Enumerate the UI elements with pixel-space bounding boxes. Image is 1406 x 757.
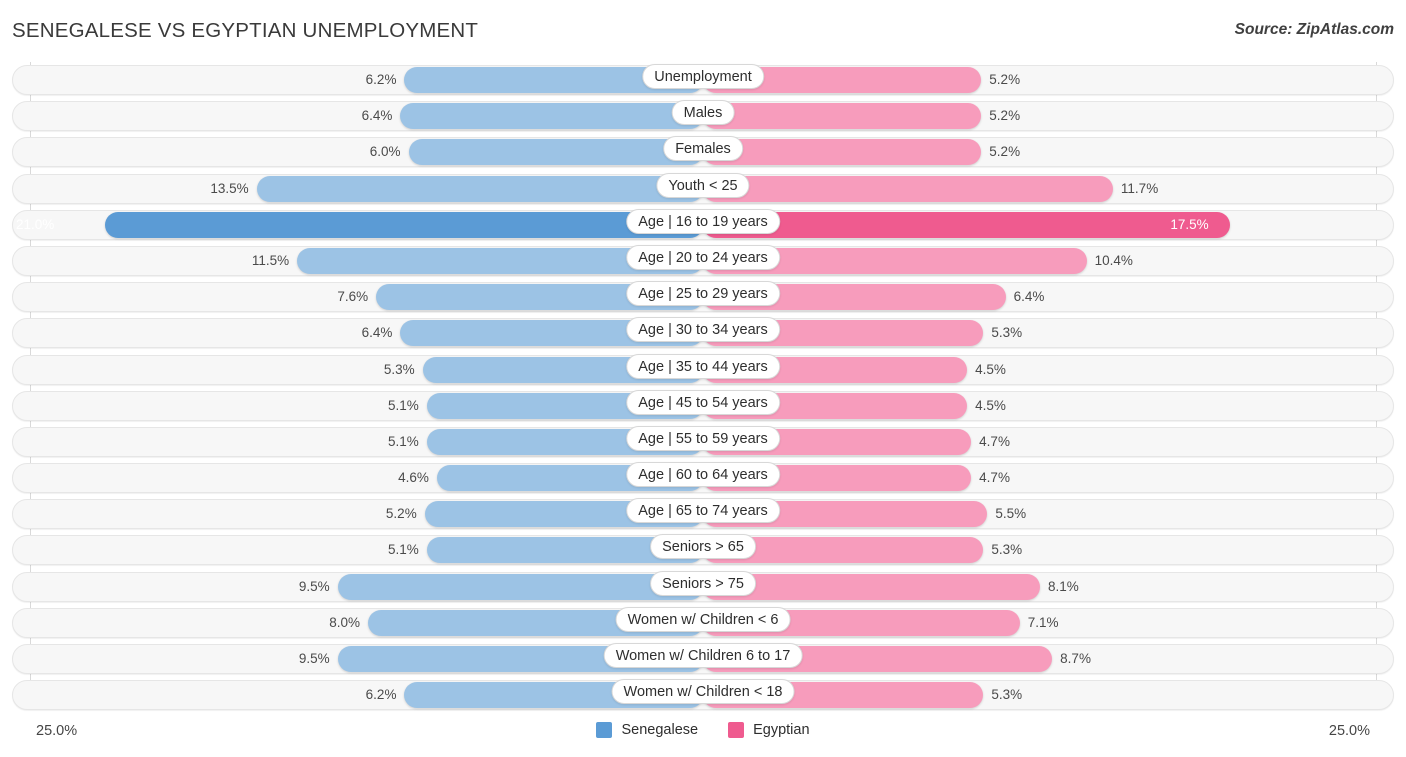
bar-value-egyptian: 5.2% bbox=[989, 108, 1021, 124]
legend-label: Senegalese bbox=[621, 722, 699, 738]
bar-senegalese bbox=[337, 573, 703, 600]
bar-value-egyptian: 11.7% bbox=[1120, 180, 1159, 196]
chart-row: 6.2% 5.2% Unemployment bbox=[0, 62, 1406, 98]
chart-row: 5.1% 5.3% Seniors > 65 bbox=[0, 532, 1406, 568]
legend-swatch bbox=[596, 722, 613, 738]
category-label: Age | 30 to 34 years bbox=[626, 317, 780, 343]
category-label: Age | 45 to 54 years bbox=[626, 389, 780, 415]
category-label: Women w/ Children 6 to 17 bbox=[603, 643, 803, 668]
bar-value-senegalese: 5.2% bbox=[385, 506, 417, 522]
category-label: Age | 25 to 29 years bbox=[626, 281, 780, 307]
bar-value-senegalese: 9.5% bbox=[298, 651, 330, 666]
bar-senegalese bbox=[408, 139, 703, 166]
bar-value-egyptian: 4.7% bbox=[979, 433, 1010, 449]
category-label: Age | 55 to 59 years bbox=[626, 425, 780, 451]
bar-value-egyptian: 5.5% bbox=[995, 506, 1027, 522]
chart-rows: 6.2% 5.2% Unemployment 6.4% 5.2% Males 6.0% 5.2… bbox=[0, 62, 1406, 713]
bar-value-egyptian: 8.1% bbox=[1048, 578, 1079, 594]
page-title: SENEGALESE VS EGYPTIAN UNEMPLOYMENT bbox=[12, 19, 479, 42]
legend-swatch bbox=[728, 722, 745, 738]
category-label: Unemployment bbox=[642, 64, 764, 89]
bar-value-egyptian: 4.5% bbox=[975, 361, 1006, 377]
category-label: Youth < 25 bbox=[656, 172, 750, 198]
category-label: Males bbox=[671, 100, 735, 126]
bar-value-senegalese: 5.1% bbox=[387, 397, 419, 413]
chart-row: 6.0% 5.2% Females bbox=[0, 134, 1406, 170]
chart-row: 9.5% 8.7% Women w/ Children 6 to 17 bbox=[0, 641, 1406, 677]
category-label: Seniors > 65 bbox=[650, 534, 756, 560]
category-label: Women w/ Children < 18 bbox=[611, 679, 795, 705]
bar-value-egyptian: 5.2% bbox=[989, 144, 1021, 160]
bar-egyptian bbox=[703, 175, 1113, 202]
chart-row: 5.1% 4.5% Age | 45 to 54 years bbox=[0, 388, 1406, 424]
bar-value-egyptian: 5.2% bbox=[989, 72, 1021, 87]
category-label: Seniors > 75 bbox=[650, 570, 756, 596]
bar-value-senegalese: 7.6% bbox=[337, 289, 369, 305]
chart-row: 5.1% 4.7% Age | 55 to 59 years bbox=[0, 424, 1406, 460]
category-label: Females bbox=[663, 136, 743, 162]
bar-egyptian bbox=[703, 139, 982, 166]
legend-label: Egyptian bbox=[753, 722, 810, 738]
bar-value-egyptian: 5.3% bbox=[991, 325, 1023, 341]
bar-value-egyptian: 8.7% bbox=[1060, 651, 1091, 666]
chart-row: 6.4% 5.3% Age | 30 to 34 years bbox=[0, 315, 1406, 351]
bar-value-egyptian: 10.4% bbox=[1094, 252, 1133, 268]
chart-row: 5.2% 5.5% Age | 65 to 74 years bbox=[0, 496, 1406, 532]
category-label: Age | 65 to 74 years bbox=[626, 498, 780, 524]
chart-row: 13.5% 11.7% Youth < 25 bbox=[0, 171, 1406, 207]
category-label: Age | 60 to 64 years bbox=[626, 462, 780, 488]
bar-value-senegalese: 5.1% bbox=[387, 542, 419, 558]
bar-value-egyptian: 5.3% bbox=[991, 687, 1023, 703]
chart-row: 11.5% 10.4% Age | 20 to 24 years bbox=[0, 243, 1406, 279]
bar-value-egyptian: 5.3% bbox=[991, 542, 1023, 558]
bar-senegalese bbox=[400, 103, 703, 130]
chart-header: SENEGALESE VS EGYPTIAN UNEMPLOYMENT Sour… bbox=[0, 0, 1406, 62]
chart-row: 5.3% 4.5% Age | 35 to 44 years bbox=[0, 352, 1406, 388]
bar-value-senegalese: 4.6% bbox=[398, 470, 429, 486]
chart-row: 7.6% 6.4% Age | 25 to 29 years bbox=[0, 279, 1406, 315]
bar-value-senegalese: 11.5% bbox=[251, 252, 290, 268]
category-label: Age | 16 to 19 years bbox=[626, 208, 780, 234]
category-label: Age | 35 to 44 years bbox=[626, 353, 780, 379]
bar-egyptian bbox=[703, 103, 982, 130]
bar-value-senegalese: 6.2% bbox=[365, 687, 397, 703]
chart-legend: Senegalese Egyptian bbox=[0, 722, 1406, 738]
diverging-bar-chart: 6.2% 5.2% Unemployment 6.4% 5.2% Males 6.0% 5.2… bbox=[0, 62, 1406, 714]
bar-value-senegalese: 9.5% bbox=[298, 578, 330, 594]
chart-row: 9.5% 8.1% Seniors > 75 bbox=[0, 569, 1406, 605]
bar-value-egyptian: 7.1% bbox=[1027, 614, 1059, 630]
chart-row: 21.0% 17.5% Age | 16 to 19 years bbox=[0, 207, 1406, 243]
chart-row: 6.2% 5.3% Women w/ Children < 18 bbox=[0, 677, 1406, 713]
bar-value-senegalese: 5.1% bbox=[387, 433, 419, 449]
category-label: Women w/ Children < 6 bbox=[615, 606, 791, 632]
chart-page: SENEGALESE VS EGYPTIAN UNEMPLOYMENT Sour… bbox=[0, 0, 1406, 757]
chart-row: 8.0% 7.1% Women w/ Children < 6 bbox=[0, 605, 1406, 641]
source-attribution: Source: ZipAtlas.com bbox=[1234, 21, 1394, 38]
bar-value-senegalese: 13.5% bbox=[210, 180, 249, 196]
bar-value-egyptian: 4.5% bbox=[975, 397, 1006, 413]
bar-value-egyptian: 6.4% bbox=[1013, 289, 1045, 305]
bar-value-senegalese: 6.2% bbox=[365, 72, 397, 87]
bar-value-senegalese: 6.0% bbox=[369, 144, 401, 160]
bar-value-senegalese: 5.3% bbox=[383, 361, 415, 377]
bar-value-egyptian: 4.7% bbox=[979, 470, 1010, 486]
category-label: Age | 20 to 24 years bbox=[626, 244, 780, 270]
chart-footer: 25.0% 25.0% Senegalese Egyptian bbox=[0, 714, 1406, 757]
bar-value-senegalese: 6.4% bbox=[361, 108, 393, 124]
chart-row: 4.6% 4.7% Age | 60 to 64 years bbox=[0, 460, 1406, 496]
legend-item: Egyptian bbox=[728, 722, 810, 738]
bar-senegalese bbox=[256, 175, 703, 202]
legend-item: Senegalese bbox=[596, 722, 698, 738]
chart-row: 6.4% 5.2% Males bbox=[0, 98, 1406, 134]
bar-value-senegalese: 8.0% bbox=[329, 614, 360, 630]
bar-value-senegalese: 6.4% bbox=[361, 325, 393, 341]
